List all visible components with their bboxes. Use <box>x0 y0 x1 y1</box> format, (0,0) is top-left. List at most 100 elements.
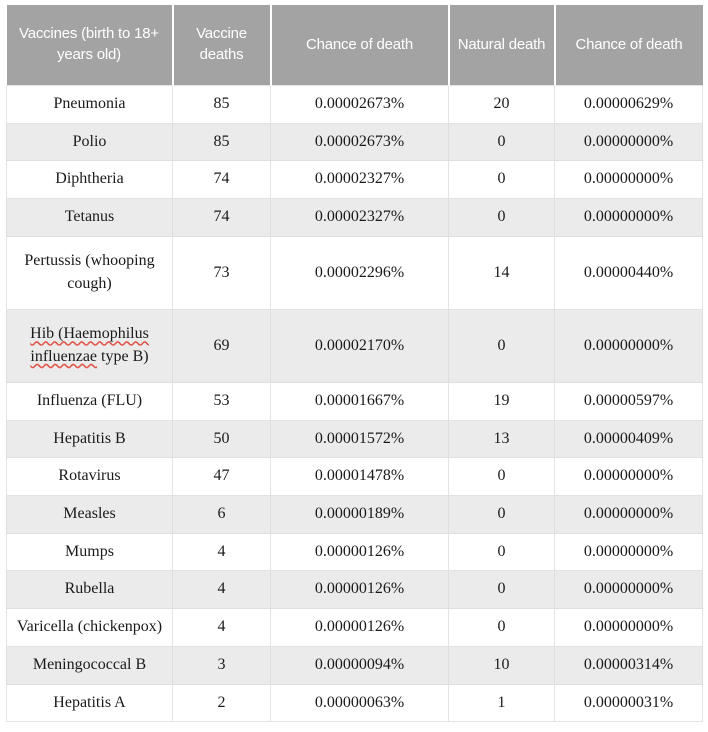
cell-vaccine-deaths: 3 <box>172 645 271 685</box>
cell-natural-chance-of-death: 0.00000000% <box>554 495 703 534</box>
table-row: Rubella 4 0.00000126% 0 0.00000000% <box>6 570 703 610</box>
cell-natural-chance-of-death: 0.00000000% <box>554 570 703 610</box>
cell-natural-chance-of-death: 0.00000000% <box>554 160 703 200</box>
cell-vaccine-deaths: 69 <box>172 308 271 383</box>
cell-vaccine-name: Varicella (chickenpox) <box>6 608 173 647</box>
cell-vaccine-chance-of-death: 0.00002327% <box>270 198 449 237</box>
cell-vaccine-name: Mumps <box>6 532 173 572</box>
table-header-row: Vaccines (birth to 18+ years old) Vaccin… <box>6 5 703 86</box>
cell-vaccine-name: Meningococcal B <box>6 645 173 685</box>
cell-vaccine-chance-of-death: 0.00000063% <box>270 683 449 723</box>
cell-natural-chance-of-death: 0.00000000% <box>554 198 703 237</box>
spellcheck-underlined-text: influenzae <box>30 347 98 365</box>
cell-vaccine-deaths: 50 <box>172 419 271 459</box>
cell-natural-deaths: 13 <box>448 419 555 459</box>
cell-natural-deaths: 0 <box>448 160 555 200</box>
table-row: Hepatitis B 50 0.00001572% 13 0.00000409% <box>6 419 703 459</box>
cell-vaccine-deaths: 74 <box>172 198 271 237</box>
cell-vaccine-chance-of-death: 0.00000126% <box>270 608 449 647</box>
cell-vaccine-name: Pneumonia <box>6 85 173 124</box>
cell-vaccine-deaths: 85 <box>172 85 271 124</box>
cell-natural-deaths: 0 <box>448 570 555 610</box>
cell-vaccine-chance-of-death: 0.00000126% <box>270 570 449 610</box>
cell-natural-deaths: 0 <box>448 532 555 572</box>
table-row: Hib (Haemophilus influenzae type B) 69 0.0… <box>6 308 703 383</box>
cell-vaccine-deaths: 73 <box>172 235 271 310</box>
vaccine-death-table: Vaccines (birth to 18+ years old) Vaccin… <box>6 5 703 723</box>
cell-vaccine-chance-of-death: 0.00001667% <box>270 381 449 421</box>
table-row: Pertussis (whooping cough) 73 0.00002296% 1… <box>6 235 703 310</box>
column-header-vaccine-chance-of-death: Chance of death <box>270 5 450 86</box>
cell-vaccine-deaths: 53 <box>172 381 271 421</box>
cell-vaccine-name: Rotavirus <box>6 457 173 497</box>
cell-vaccine-deaths: 6 <box>172 495 271 534</box>
column-header-natural-chance-of-death: Chance of death <box>554 5 703 86</box>
cell-vaccine-deaths: 4 <box>172 570 271 610</box>
table-header: Vaccines (birth to 18+ years old) Vaccin… <box>6 5 703 86</box>
cell-natural-deaths: 1 <box>448 683 555 723</box>
table-row: Hepatitis A 2 0.00000063% 1 0.00000031% <box>6 683 703 723</box>
cell-natural-deaths: 0 <box>448 608 555 647</box>
cell-vaccine-name: Influenza (FLU) <box>6 381 173 421</box>
column-header-natural-death: Natural death <box>448 5 556 86</box>
cell-vaccine-name: Hepatitis A <box>6 683 173 723</box>
cell-natural-deaths: 0 <box>448 122 555 162</box>
cell-vaccine-name: Rubella <box>6 570 173 610</box>
cell-natural-chance-of-death: 0.00000597% <box>554 381 703 421</box>
cell-vaccine-chance-of-death: 0.00002170% <box>270 308 449 383</box>
cell-natural-chance-of-death: 0.00000000% <box>554 532 703 572</box>
cell-vaccine-name: Tetanus <box>6 198 173 237</box>
table-row: Influenza (FLU) 53 0.00001667% 19 0.00000597… <box>6 381 703 421</box>
cell-vaccine-deaths: 4 <box>172 608 271 647</box>
cell-vaccine-name: Polio <box>6 122 173 162</box>
table-row: Meningococcal B 3 0.00000094% 10 0.00000314% <box>6 645 703 685</box>
table-row: Mumps 4 0.00000126% 0 0.00000000% <box>6 532 703 572</box>
column-header-vaccine-deaths: Vaccine deaths <box>172 5 272 86</box>
table-body: Pneumonia 85 0.00002673% 20 0.00000629% Polio… <box>6 85 703 723</box>
cell-natural-chance-of-death: 0.00000000% <box>554 308 703 383</box>
cell-natural-chance-of-death: 0.00000000% <box>554 122 703 162</box>
cell-natural-chance-of-death: 0.00000440% <box>554 235 703 310</box>
cell-vaccine-chance-of-death: 0.00000189% <box>270 495 449 534</box>
cell-vaccine-chance-of-death: 0.00000126% <box>270 532 449 572</box>
cell-natural-chance-of-death: 0.00000314% <box>554 645 703 685</box>
table-row: Measles 6 0.00000189% 0 0.00000000% <box>6 495 703 534</box>
cell-natural-chance-of-death: 0.00000031% <box>554 683 703 723</box>
cell-vaccine-name: Pertussis (whooping cough) <box>6 235 173 310</box>
table-row: Pneumonia 85 0.00002673% 20 0.00000629% <box>6 85 703 124</box>
cell-vaccine-deaths: 4 <box>172 532 271 572</box>
table-row: Tetanus 74 0.00002327% 0 0.00000000% <box>6 198 703 237</box>
cell-natural-chance-of-death: 0.00000629% <box>554 85 703 124</box>
cell-natural-deaths: 14 <box>448 235 555 310</box>
cell-natural-deaths: 0 <box>448 308 555 383</box>
cell-natural-deaths: 0 <box>448 495 555 534</box>
cell-vaccine-name: Hepatitis B <box>6 419 173 459</box>
spellcheck-underlined-text: Hib (Haemophilus <box>30 325 149 343</box>
table-row: Varicella (chickenpox) 4 0.00000126% 0 0.000… <box>6 608 703 647</box>
cell-vaccine-deaths: 74 <box>172 160 271 200</box>
cell-vaccine-name: Measles <box>6 495 173 534</box>
cell-vaccine-deaths: 85 <box>172 122 271 162</box>
cell-vaccine-chance-of-death: 0.00002296% <box>270 235 449 310</box>
column-header-vaccines: Vaccines (birth to 18+ years old) <box>6 5 174 86</box>
cell-vaccine-chance-of-death: 0.00002673% <box>270 122 449 162</box>
cell-vaccine-chance-of-death: 0.00001478% <box>270 457 449 497</box>
cell-vaccine-chance-of-death: 0.00000094% <box>270 645 449 685</box>
cell-natural-chance-of-death: 0.00000409% <box>554 419 703 459</box>
cell-vaccine-chance-of-death: 0.00002327% <box>270 160 449 200</box>
cell-natural-chance-of-death: 0.00000000% <box>554 457 703 497</box>
table-row: Diphtheria 74 0.00002327% 0 0.00000000% <box>6 160 703 200</box>
cell-natural-deaths: 0 <box>448 457 555 497</box>
cell-natural-deaths: 0 <box>448 198 555 237</box>
cell-vaccine-chance-of-death: 0.00002673% <box>270 85 449 124</box>
cell-vaccine-deaths: 2 <box>172 683 271 723</box>
table-row: Rotavirus 47 0.00001478% 0 0.00000000% <box>6 457 703 497</box>
cell-vaccine-name: Hib (Haemophilus influenzae type B) <box>6 308 173 383</box>
cell-natural-deaths: 19 <box>448 381 555 421</box>
cell-vaccine-chance-of-death: 0.00001572% <box>270 419 449 459</box>
table-row: Polio 85 0.00002673% 0 0.00000000% <box>6 122 703 162</box>
cell-vaccine-deaths: 47 <box>172 457 271 497</box>
cell-natural-deaths: 10 <box>448 645 555 685</box>
cell-vaccine-name: Diphtheria <box>6 160 173 200</box>
cell-natural-chance-of-death: 0.00000000% <box>554 608 703 647</box>
